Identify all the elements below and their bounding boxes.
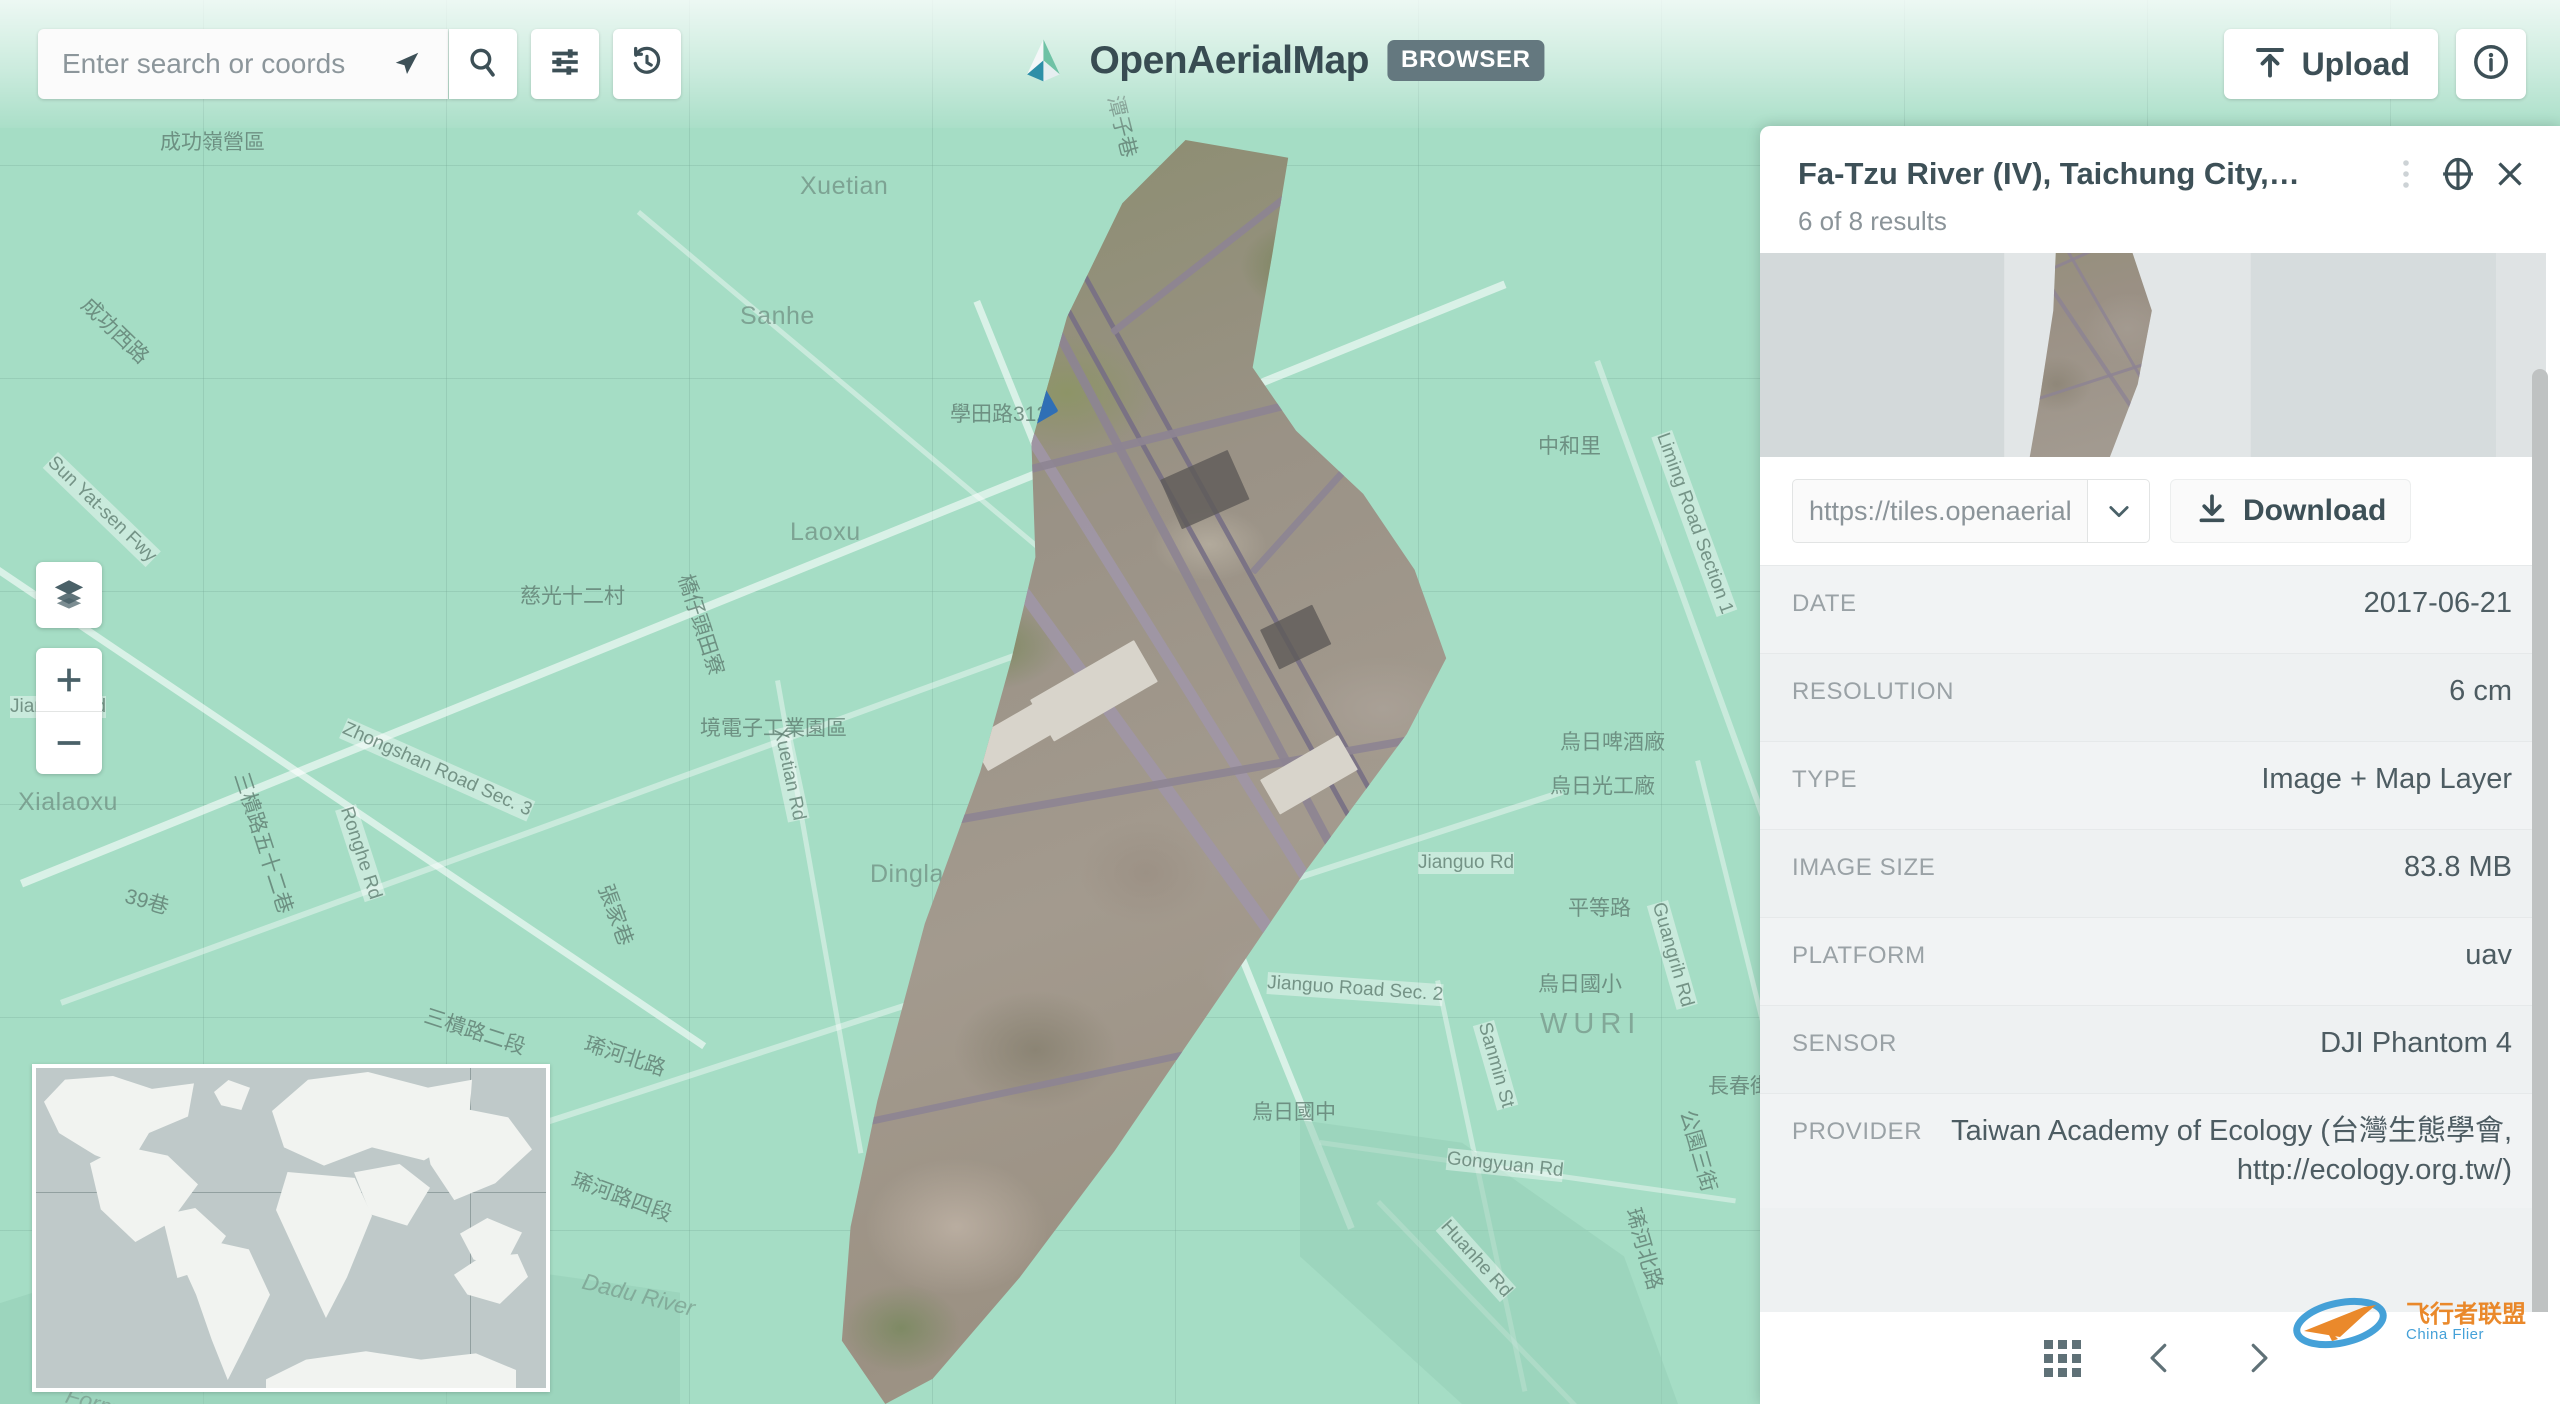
brand-name: OpenAerialMap	[1089, 38, 1370, 82]
upload-tray-icon	[2252, 44, 2288, 85]
close-x-icon[interactable]	[2486, 150, 2534, 198]
download-arrow-icon	[2195, 492, 2229, 531]
panel-title: Fa-Tzu River (IV), Taichung City,…	[1798, 156, 2300, 191]
download-label: Download	[2243, 494, 2387, 527]
metadata-row: PROVIDER Taiwan Academy of Ecology (台灣生態學…	[1760, 1093, 2546, 1208]
kebab-menu-icon[interactable]	[2382, 150, 2430, 198]
crosshair-target-icon[interactable]	[2434, 150, 2482, 198]
metadata-value: DJI Phantom 4	[2320, 1027, 2512, 1059]
watermark-cn-text: 飞行者联盟	[2406, 1301, 2526, 1328]
brand-badge: BROWSER	[1387, 40, 1545, 81]
panel-scrollbar-thumb[interactable]	[2532, 369, 2548, 1312]
airplane-ring-logo-icon	[2280, 1285, 2400, 1360]
download-button[interactable]: Download	[2170, 479, 2412, 543]
zoom-controls	[36, 648, 102, 774]
minimap-land	[454, 1254, 528, 1304]
minimap-land	[214, 1080, 250, 1110]
magnifier-icon	[466, 45, 500, 84]
metadata-value: uav	[2465, 939, 2512, 971]
openaerialmap-browser-app: 成功嶺營區 成功西路 Sun Yat-sen Fwy 慈光十二村 Xuetian Sanh…	[0, 0, 2560, 1404]
chevron-down-icon[interactable]	[2088, 479, 2150, 543]
watermark-en-text: China Flier	[2406, 1326, 2485, 1343]
metadata-value: 2017-06-21	[2363, 587, 2512, 619]
metadata-row: SENSOR DJI Phantom 4	[1760, 1005, 2546, 1093]
panel-header: Fa-Tzu River (IV), Taichung City,… 6 of …	[1760, 126, 2560, 253]
panel-scrollbar[interactable]	[2532, 369, 2548, 1312]
clock-history-icon	[630, 45, 664, 84]
preview-tile	[2251, 253, 2496, 457]
chevron-left-icon[interactable]	[2132, 1330, 2188, 1386]
search-submit-button[interactable]	[449, 29, 517, 99]
filters-button[interactable]	[531, 29, 599, 99]
tile-url-group: https://tiles.openaerial	[1792, 479, 2150, 543]
minimap-land	[266, 1351, 516, 1388]
history-button[interactable]	[613, 29, 681, 99]
imagery-preview[interactable]	[1760, 253, 2546, 457]
sliders-filter-icon	[548, 45, 582, 84]
metadata-row: IMAGE SIZE 83.8 MB	[1760, 829, 2546, 917]
metadata-key: PLATFORM	[1792, 942, 1926, 969]
metadata-row: PLATFORM uav	[1760, 917, 2546, 1005]
imagery-detail-panel: Fa-Tzu River (IV), Taichung City,… 6 of …	[1760, 126, 2560, 1404]
info-button[interactable]	[2456, 29, 2526, 99]
minimap-land	[276, 1172, 372, 1318]
panel-scroll-content: https://tiles.openaerial Download DATE 2…	[1760, 253, 2546, 1312]
metadata-key: RESOLUTION	[1792, 678, 1955, 705]
search-box[interactable]	[38, 29, 448, 99]
metadata-value: 6 cm	[2449, 675, 2512, 707]
metadata-key: DATE	[1792, 590, 1857, 617]
metadata-value: Taiwan Academy of Ecology (台灣生態學會, http:…	[1951, 1115, 2512, 1186]
world-minimap[interactable]	[32, 1064, 550, 1392]
search-input[interactable]	[62, 48, 392, 80]
panel-body: https://tiles.openaerial Download DATE 2…	[1760, 253, 2560, 1312]
metadata-list: DATE 2017-06-21 RESOLUTION 6 cm TYPE Image + …	[1760, 565, 2546, 1208]
preview-tile	[1760, 253, 2004, 457]
download-row: https://tiles.openaerial Download	[1760, 457, 2546, 565]
openaerialmap-logo-icon	[1015, 30, 1071, 91]
upload-label: Upload	[2301, 45, 2410, 82]
metadata-key: PROVIDER	[1792, 1118, 1923, 1145]
metadata-value: 83.8 MB	[2404, 851, 2512, 883]
metadata-value: Image + Map Layer	[2261, 763, 2512, 795]
metadata-row: TYPE Image + Map Layer	[1760, 741, 2546, 829]
layers-button[interactable]	[36, 562, 102, 628]
top-right-actions: Upload	[2223, 29, 2526, 99]
info-circle-icon	[2472, 43, 2510, 86]
metadata-row: RESOLUTION 6 cm	[1760, 653, 2546, 741]
results-count: 6 of 8 results	[1798, 206, 1947, 236]
metadata-key: TYPE	[1792, 766, 1858, 793]
upload-button[interactable]: Upload	[2223, 29, 2438, 99]
tile-url-value[interactable]: https://tiles.openaerial	[1792, 479, 2088, 543]
navigation-arrow-icon[interactable]	[392, 49, 422, 79]
metadata-key: SENSOR	[1792, 1030, 1897, 1057]
brand-group[interactable]: OpenAerialMap BROWSER	[1015, 30, 1545, 91]
metadata-key: IMAGE SIZE	[1792, 854, 1936, 881]
search-bar-group	[38, 29, 681, 99]
chevron-right-icon[interactable]	[2230, 1330, 2286, 1386]
minimap-land	[424, 1108, 532, 1201]
zoom-out-button[interactable]	[36, 711, 102, 774]
site-watermark: 飞行者联盟 China Flier	[2280, 1285, 2526, 1360]
zoom-in-button[interactable]	[36, 648, 102, 711]
grid-view-icon[interactable]	[2034, 1330, 2090, 1386]
minimap-land	[182, 1238, 270, 1380]
layers-stack-icon	[52, 576, 86, 615]
metadata-row: DATE 2017-06-21	[1760, 565, 2546, 653]
top-toolbar: OpenAerialMap BROWSER Upload	[0, 0, 2560, 128]
